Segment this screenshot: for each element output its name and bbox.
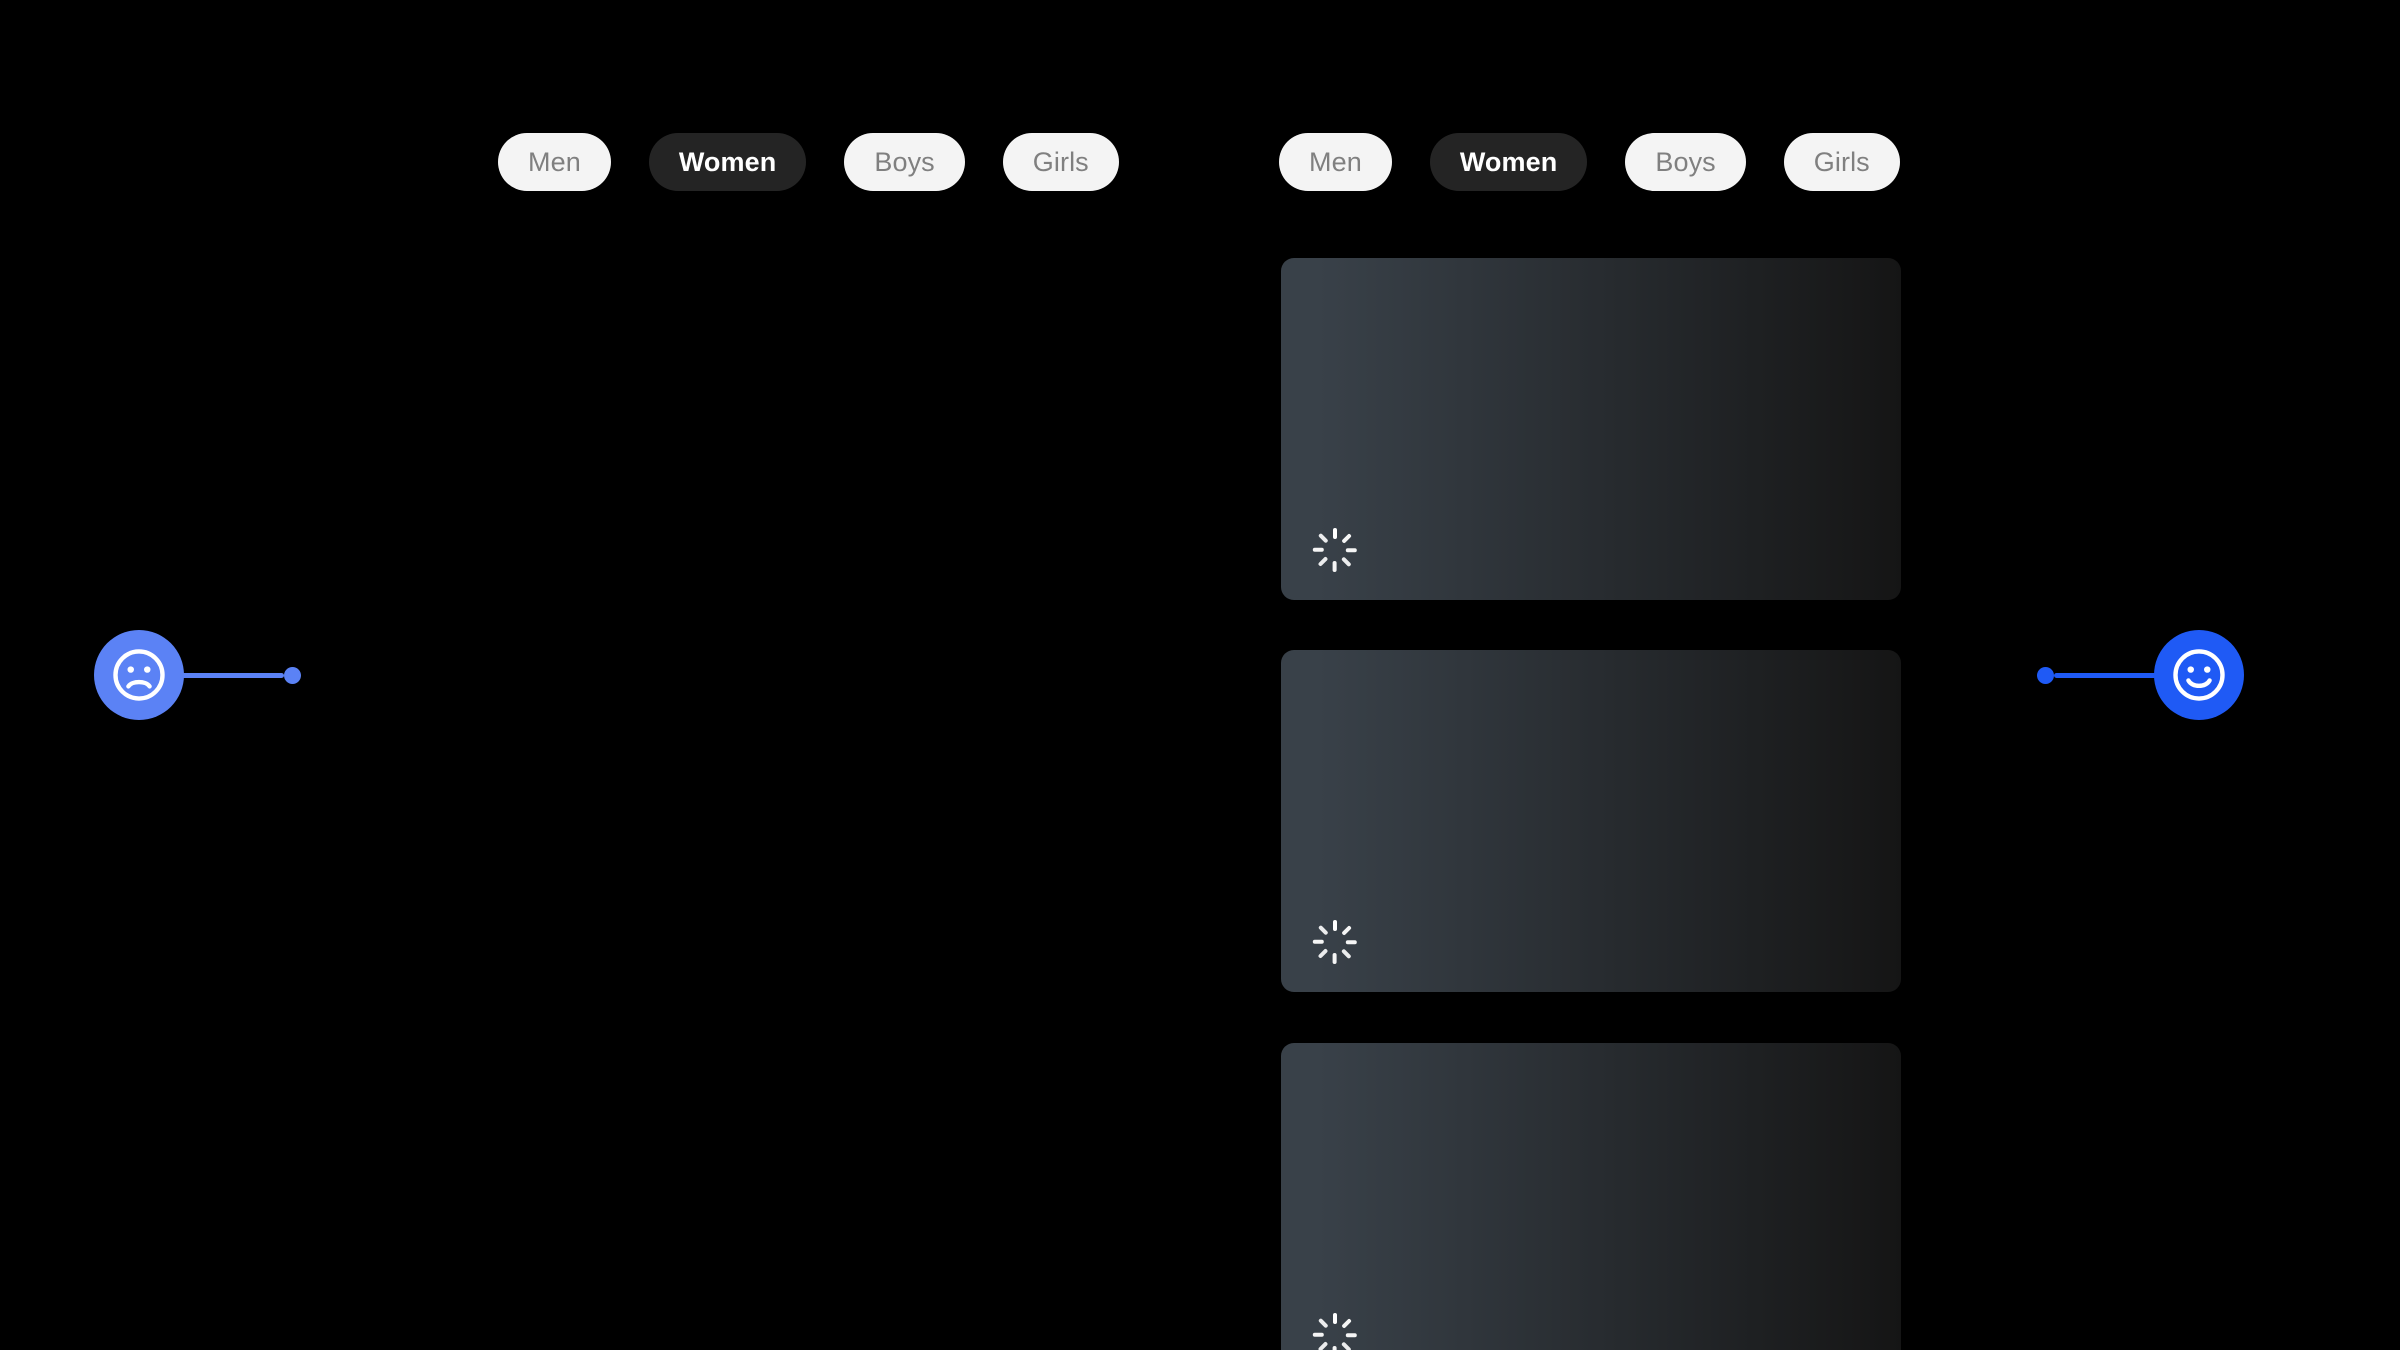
tab-women-left[interactable]: Women <box>648 133 807 191</box>
loading-spinner-icon <box>1313 920 1357 964</box>
mood-slider-left[interactable] <box>94 627 301 723</box>
tab-men-left[interactable]: Men <box>498 133 611 191</box>
tab-boys-right[interactable]: Boys <box>1625 133 1746 191</box>
tab-girls-left[interactable]: Girls <box>1002 133 1119 191</box>
sad-face-icon[interactable] <box>94 630 184 720</box>
mood-slider-right[interactable] <box>2037 627 2244 723</box>
product-card-3[interactable] <box>1281 1043 1901 1350</box>
tab-boys-left[interactable]: Boys <box>844 133 965 191</box>
category-tabs-left: Men Women Boys Girls <box>498 133 1119 191</box>
product-card-2[interactable] <box>1281 650 1901 992</box>
mood-slider-track-right[interactable] <box>2037 630 2158 720</box>
slider-knob[interactable] <box>2037 666 2054 684</box>
tab-women-right[interactable]: Women <box>1429 133 1588 191</box>
category-tabs-right: Men Women Boys Girls <box>1279 133 1900 191</box>
tab-men-right[interactable]: Men <box>1279 133 1392 191</box>
slider-line <box>2054 672 2158 678</box>
product-card-1[interactable] <box>1281 258 1901 600</box>
app-canvas: Men Women Boys Girls Men Women Boys Girl… <box>0 0 2400 1350</box>
slider-line <box>180 672 284 678</box>
loading-spinner-icon <box>1313 528 1357 572</box>
slider-knob[interactable] <box>284 666 301 684</box>
mood-slider-track-left[interactable] <box>180 630 301 720</box>
tab-girls-right[interactable]: Girls <box>1783 133 1900 191</box>
loading-spinner-icon <box>1313 1313 1357 1350</box>
happy-face-icon[interactable] <box>2154 630 2244 720</box>
